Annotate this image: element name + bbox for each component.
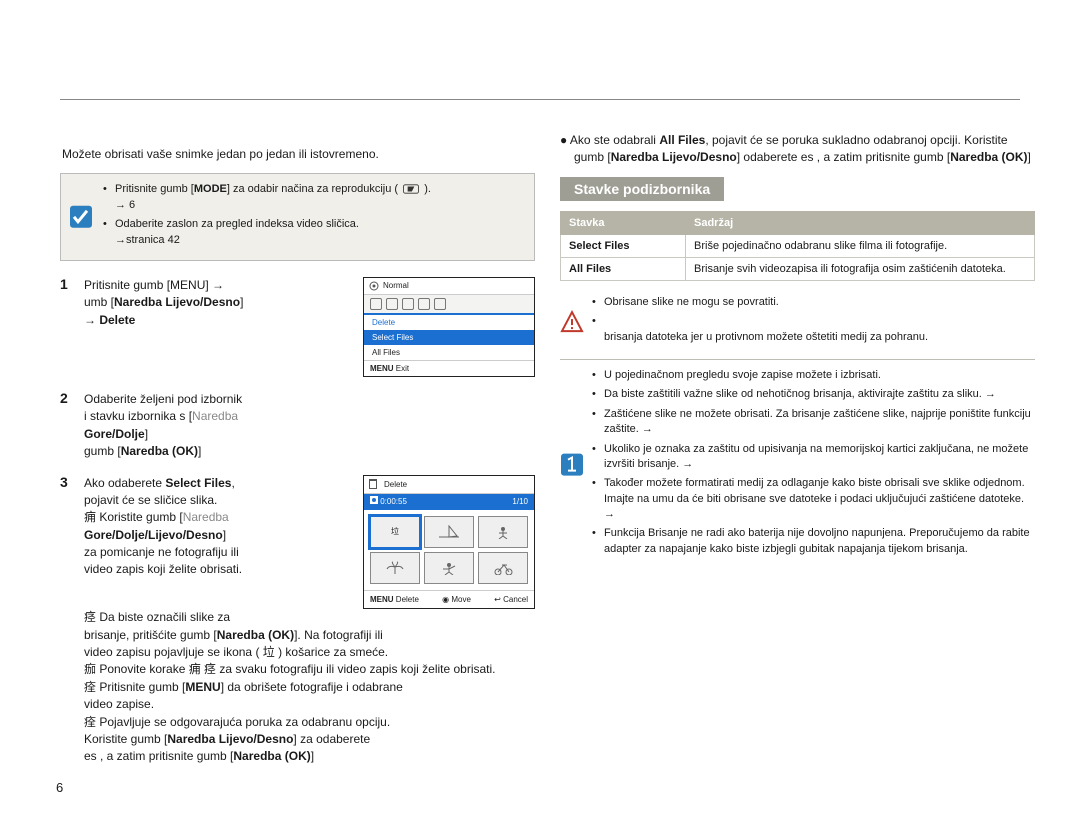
tip-text: Ukoliko je oznaka za zaštitu od upisivan… xyxy=(592,442,1035,473)
precondition-item: Pritisnite gumb [MODE] za odabir načina … xyxy=(103,182,431,213)
note-text: Obrisane slike ne mogu se povratiti. xyxy=(592,295,1035,310)
table-header: Sadržaj xyxy=(686,211,1035,234)
playback-icon xyxy=(401,184,421,194)
gear-icon xyxy=(369,281,379,291)
screen-figure-thumbs: Delete 0:00:551/10 垃 xyxy=(363,475,535,610)
continuation-text: ● Ako ste odabrali All Files, pojavit će… xyxy=(574,132,1035,167)
step-body: Ako odaberete Select Files, pojavit će s… xyxy=(78,475,535,766)
tip-text: Također možete formatirati medij za odla… xyxy=(592,476,1035,522)
precondition-box: Pritisnite gumb [MODE] za odabir načina … xyxy=(60,173,535,261)
step-number: 1 xyxy=(60,277,78,377)
submenu-heading: Stavke podizbornika xyxy=(560,177,724,201)
list-item[interactable]: All Files xyxy=(364,345,534,360)
table-header: Stavka xyxy=(561,211,686,234)
step-list: 1 Pritisnite gumb [MENU] → umb [Naredba … xyxy=(60,277,535,766)
tip-text: Zaštićene slike ne možete obrisati. Za b… xyxy=(592,407,1035,438)
header-rule xyxy=(60,99,1020,100)
warning-box: Obrisane slike ne mogu se povratiti. bri… xyxy=(560,295,1035,349)
precondition-item: Odaberite zaslon za pregled indeksa vide… xyxy=(103,217,431,248)
person-icon xyxy=(491,525,515,539)
tip-text: U pojedinačnom pregledu svoje zapise mož… xyxy=(592,368,1035,383)
cyclist-icon xyxy=(491,561,515,575)
sailboat-icon xyxy=(437,525,461,539)
page-number: 6 xyxy=(56,780,63,795)
tip-box: U pojedinačnom pregledu svoje zapise mož… xyxy=(560,359,1035,561)
trash-icon xyxy=(369,479,377,489)
step-number: 2 xyxy=(60,391,78,461)
tip-text: Funkcija Brisanje ne radi ako baterija n… xyxy=(592,526,1035,557)
warning-icon xyxy=(560,295,584,349)
step-body: Odaberite željeni pod izbornik i stavku … xyxy=(78,391,535,461)
screen-figure-menu: Normal Delete Select Files All Files MEN… xyxy=(363,277,535,377)
table-row: All FilesBrisanje svih videozapisa ili f… xyxy=(561,257,1035,280)
palm-icon xyxy=(383,561,407,575)
table-row: Select FilesBriše pojedinačno odabranu s… xyxy=(561,234,1035,257)
check-icon xyxy=(69,182,93,252)
step-body: Pritisnite gumb [MENU] → umb [Naredba Li… xyxy=(78,277,351,377)
right-column: ● Ako ste odabrali All Files, pojavit će… xyxy=(560,132,1035,807)
film-icon xyxy=(370,496,378,504)
intro-text: Možete obrisati vaše snimke jedan po jed… xyxy=(62,146,535,163)
options-table: StavkaSadržaj Select FilesBriše pojedina… xyxy=(560,211,1035,281)
note-text: brisanja datoteka jer u protivnom možete… xyxy=(592,314,1035,345)
list-item[interactable]: Select Files xyxy=(364,330,534,345)
step-number: 3 xyxy=(60,475,78,766)
info-icon xyxy=(560,368,584,561)
person-icon xyxy=(437,561,461,575)
list-item[interactable]: Delete xyxy=(364,315,534,330)
left-column: Možete obrisati vaše snimke jedan po jed… xyxy=(60,132,535,807)
page: Možete obrisati vaše snimke jedan po jed… xyxy=(0,0,1080,827)
tip-text: Da biste zaštitili važne slike od nehoti… xyxy=(592,387,1035,402)
